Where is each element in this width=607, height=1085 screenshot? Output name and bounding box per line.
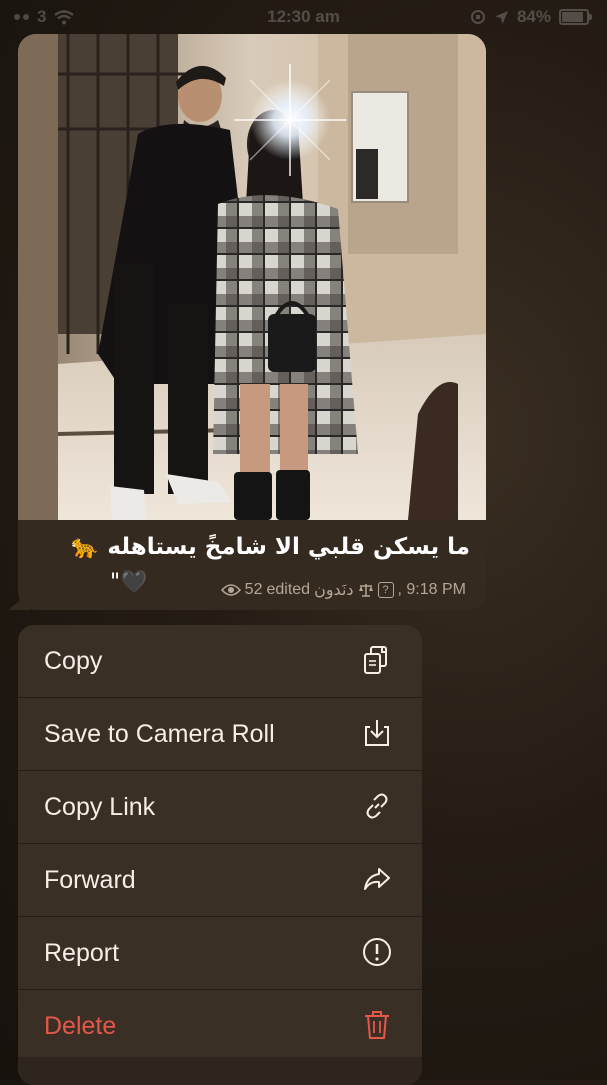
menu-item-copy-link[interactable]: Copy Link — [18, 771, 422, 844]
menu-item-copy[interactable]: Copy — [18, 625, 422, 698]
link-icon — [366, 793, 388, 819]
battery-icon — [559, 9, 592, 25]
menu-item-label: Save to Camera Roll — [44, 719, 275, 748]
eye-icon — [220, 583, 241, 596]
photo-image — [18, 34, 486, 520]
context-menu: Copy Save to Camera Roll Copy Link Forwa… — [18, 625, 422, 1085]
message-caption-extra: "🖤 — [110, 570, 148, 595]
save-icon — [365, 720, 389, 746]
edited-label: edited — [266, 580, 311, 598]
menu-item-delete[interactable]: Delete — [18, 990, 422, 1063]
message-time: , 9:18 PM — [397, 580, 466, 598]
report-icon — [363, 938, 391, 966]
menu-item-forward[interactable]: Forward — [18, 844, 422, 917]
question-box-icon: ? — [377, 581, 394, 598]
scales-icon — [358, 583, 373, 597]
channel-signature: دنَدون — [314, 580, 354, 599]
forward-icon — [364, 868, 390, 890]
menu-item-label: Forward — [44, 865, 136, 894]
menu-item-report[interactable]: Report — [18, 917, 422, 990]
views-count: 52 — [244, 580, 263, 598]
menu-item-save-to-camera-roll[interactable]: Save to Camera Roll — [18, 698, 422, 771]
menu-item-label: Report — [44, 938, 120, 967]
location-icon — [494, 10, 508, 24]
message-time-value: 9:18 PM — [406, 580, 466, 598]
battery-percent: 84% — [516, 7, 551, 26]
copy-icon — [364, 646, 387, 674]
menu-bottom-strip — [18, 1057, 422, 1085]
menu-item-label: Copy — [44, 646, 103, 675]
status-bar: 3 12:30 am 84% — [0, 0, 607, 34]
message-meta: 52 edited دنَدون ? , 9:18 PM — [220, 580, 466, 599]
menu-item-label: Delete — [44, 1011, 117, 1040]
message-bubble[interactable]: ما يسكن قلبي الا شامخً يستاهله 🐆 "🖤 52 e… — [18, 34, 486, 610]
orientation-lock-icon — [470, 10, 485, 24]
message-caption: ما يسكن قلبي الا شامخً يستاهله 🐆 — [70, 534, 470, 560]
message-photo[interactable] — [18, 34, 486, 520]
menu-item-label: Copy Link — [44, 792, 156, 821]
status-right: 84% — [470, 7, 592, 27]
trash-icon — [365, 1011, 389, 1039]
